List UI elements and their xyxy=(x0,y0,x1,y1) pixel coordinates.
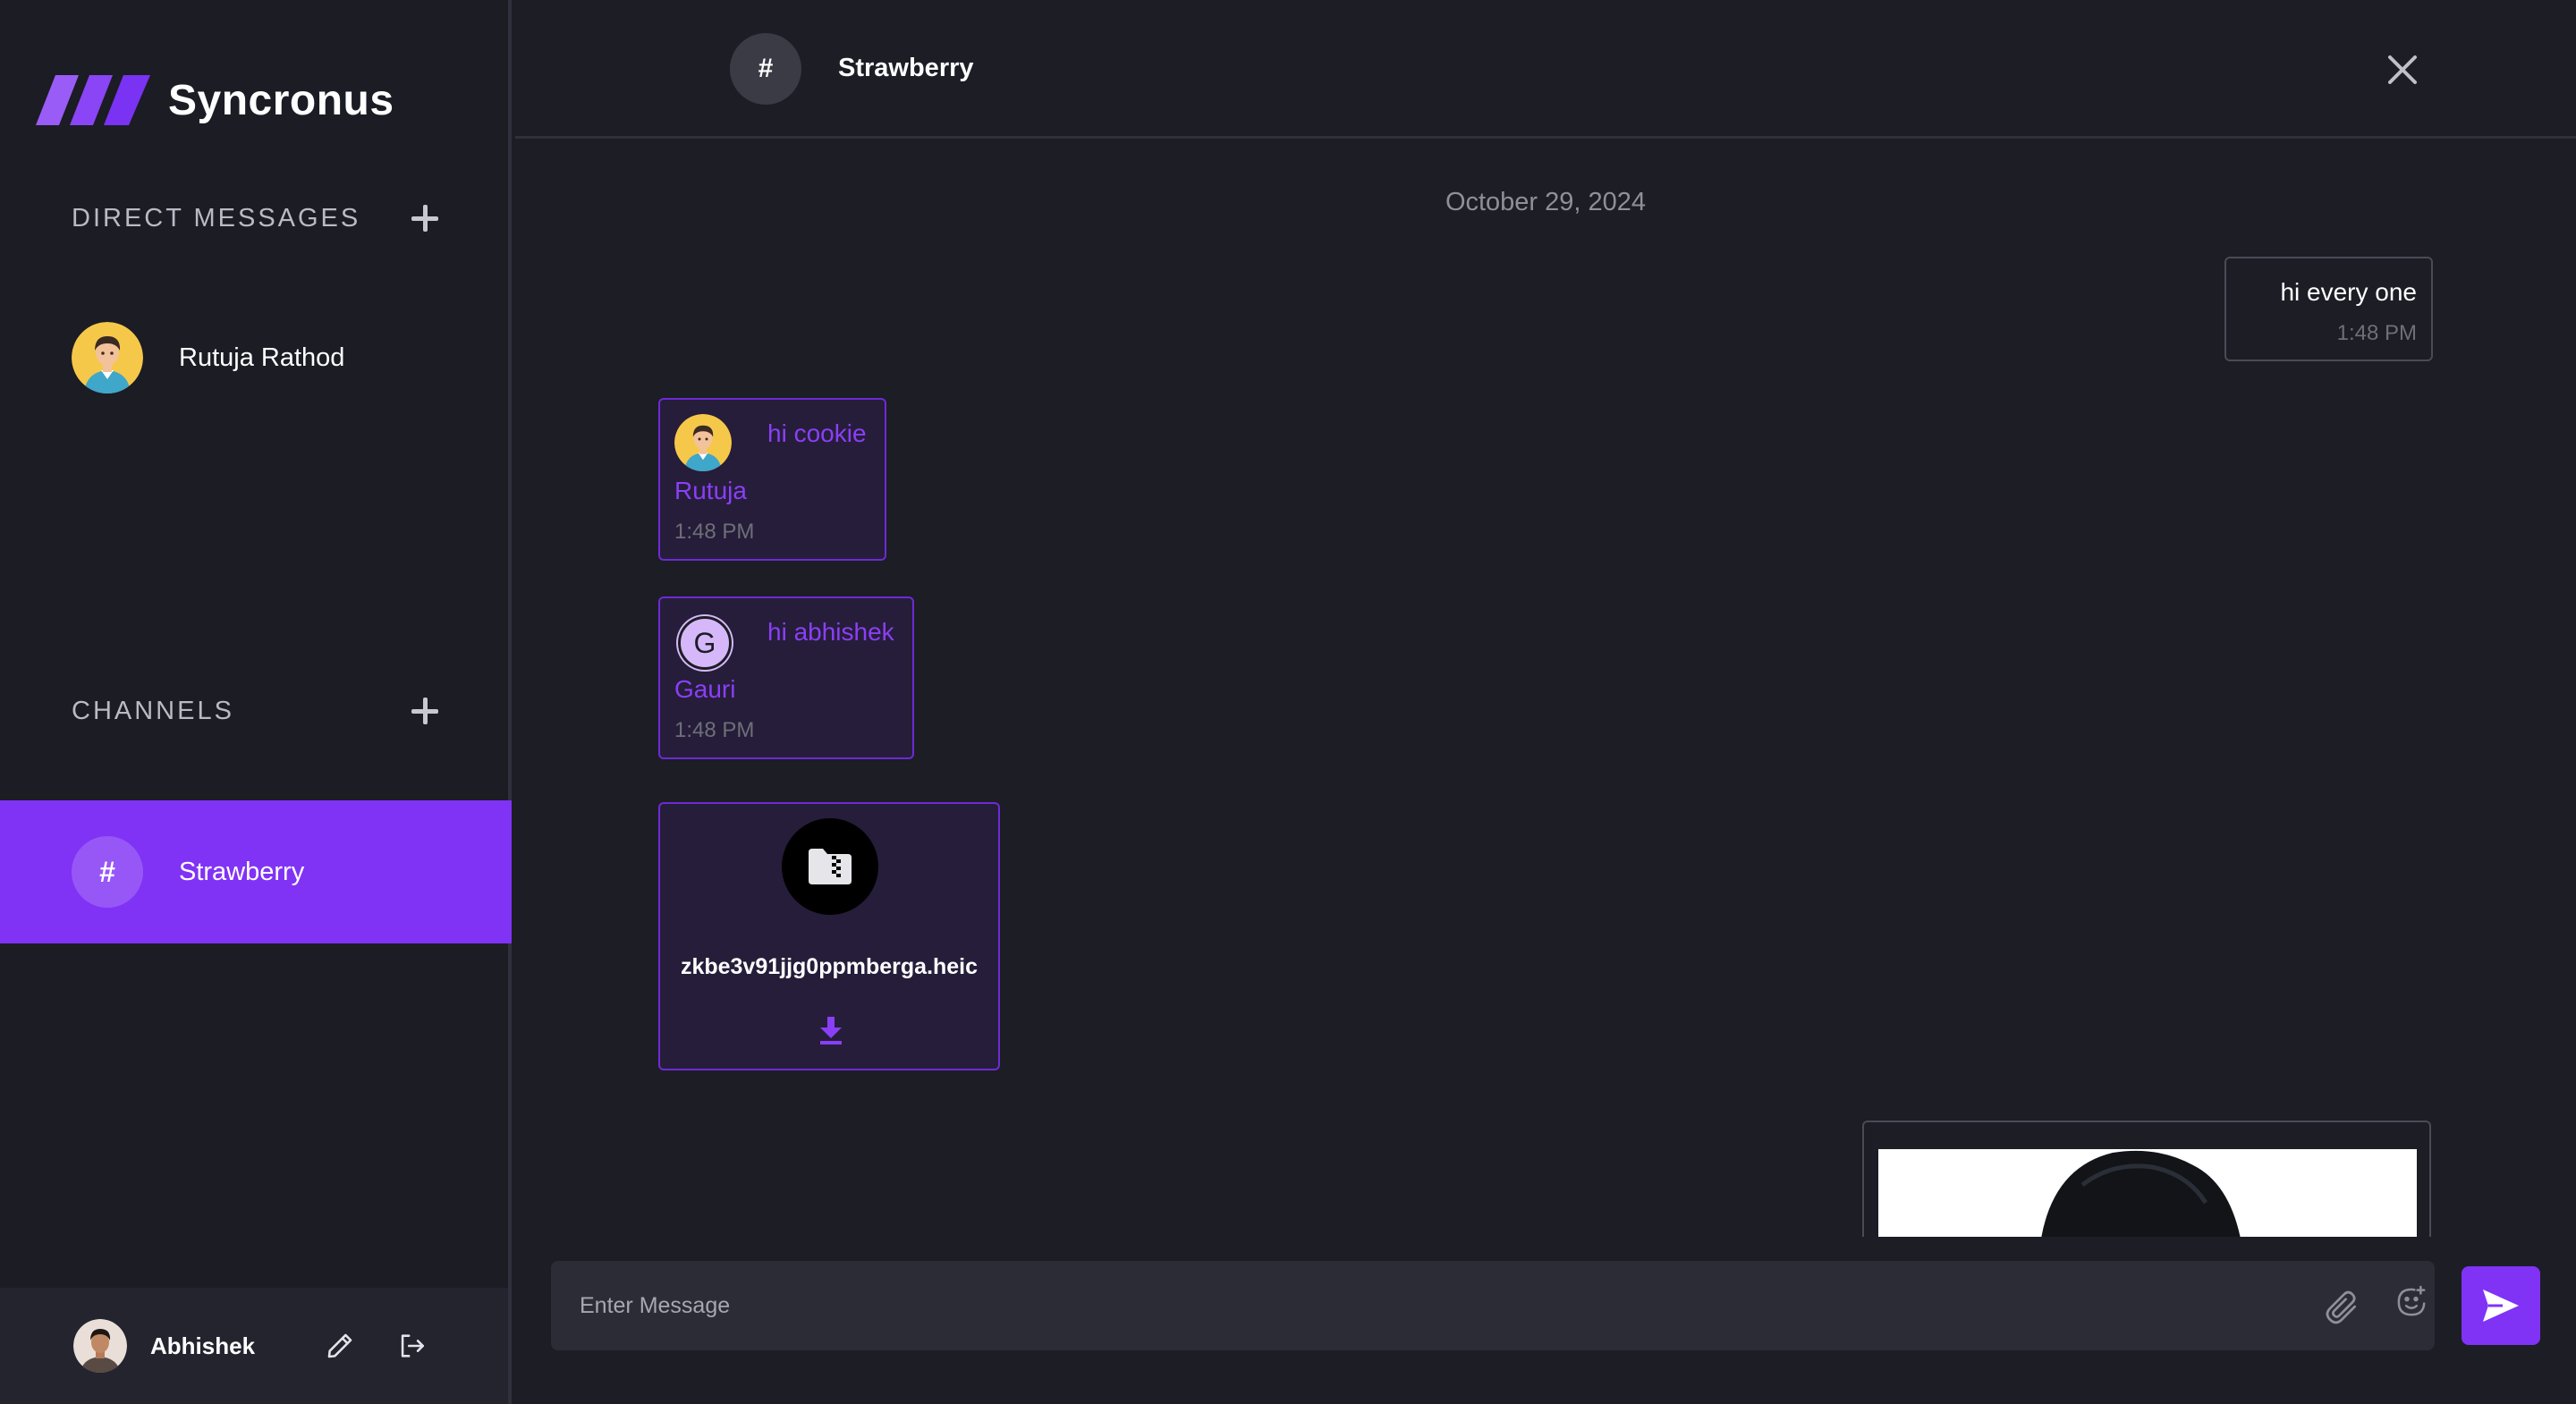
sender-name: Rutuja xyxy=(674,477,747,504)
chat-title: Strawberry xyxy=(838,54,974,82)
incoming-message-rutuja[interactable]: hi cookie Rutuja 1:48 PM xyxy=(658,398,886,561)
app-root: Syncronus Direct Messages Rutuja Rathod … xyxy=(0,0,2576,1404)
profile-bar: Abhishek xyxy=(0,1288,508,1404)
date-separator: October 29, 2024 xyxy=(1445,188,1647,216)
channel-hash-icon: # xyxy=(72,836,143,908)
app-logo[interactable]: Syncronus xyxy=(36,72,394,129)
sender-initial-avatar: G xyxy=(678,616,732,670)
add-channel-plus-icon[interactable] xyxy=(410,696,440,726)
message-text: hi cookie xyxy=(767,419,867,447)
image-preview[interactable] xyxy=(1878,1149,2417,1237)
app-name: Syncronus xyxy=(168,76,394,124)
channel-item-strawberry[interactable]: # Strawberry xyxy=(0,800,512,943)
download-icon[interactable] xyxy=(816,1015,846,1045)
message-text: hi every one xyxy=(2280,278,2417,306)
chat-panel: # Strawberry October 29, 2024 hi every o… xyxy=(515,0,2576,1404)
emoji-picker-emoji-icon[interactable] xyxy=(2394,1284,2429,1320)
image-message[interactable] xyxy=(1862,1121,2431,1237)
channel-hash-icon: # xyxy=(730,33,801,105)
message-composer xyxy=(551,1261,2435,1350)
sender-name: Gauri xyxy=(674,675,736,703)
logout-icon[interactable] xyxy=(394,1328,429,1364)
file-message[interactable]: zkbe3v91jjg0ppmberga.heic xyxy=(658,802,1000,1070)
chat-header: # Strawberry xyxy=(515,0,2576,139)
edit-profile-pencil-icon[interactable] xyxy=(322,1328,358,1364)
message-time: 1:48 PM xyxy=(674,718,755,742)
cartoon-avatar-icon xyxy=(674,414,732,471)
folder-zip-icon xyxy=(782,818,878,915)
outgoing-message[interactable]: hi every one 1:48 PM xyxy=(2224,257,2433,361)
dm-contact-name: Rutuja Rathod xyxy=(179,343,345,372)
send-message-send-icon[interactable] xyxy=(2462,1266,2540,1345)
message-time: 1:48 PM xyxy=(2336,321,2417,345)
add-direct-message-plus-icon[interactable] xyxy=(410,203,440,233)
profile-name: Abhishek xyxy=(150,1332,256,1359)
profile-avatar[interactable] xyxy=(73,1319,127,1373)
cartoon-avatar-icon xyxy=(72,322,143,393)
slanted-bars-logo-icon xyxy=(36,75,150,125)
sidebar: Syncronus Direct Messages Rutuja Rathod … xyxy=(0,0,512,1404)
file-name: zkbe3v91jjg0ppmberga.heic xyxy=(680,954,979,979)
channels-title: Channels xyxy=(72,697,234,725)
attach-file-paperclip-icon[interactable] xyxy=(2322,1288,2361,1327)
channel-name: Strawberry xyxy=(179,857,305,886)
incoming-message-gauri[interactable]: G hi abhishek Gauri 1:48 PM xyxy=(658,596,914,759)
direct-messages-title: Direct Messages xyxy=(72,204,361,233)
dm-item-rutuja-rathod[interactable]: Rutuja Rathod xyxy=(0,313,508,402)
message-input[interactable] xyxy=(580,1261,2279,1350)
message-text: hi abhishek xyxy=(767,618,894,646)
message-time: 1:48 PM xyxy=(674,520,755,544)
close-chat-close-icon[interactable] xyxy=(2385,52,2420,88)
